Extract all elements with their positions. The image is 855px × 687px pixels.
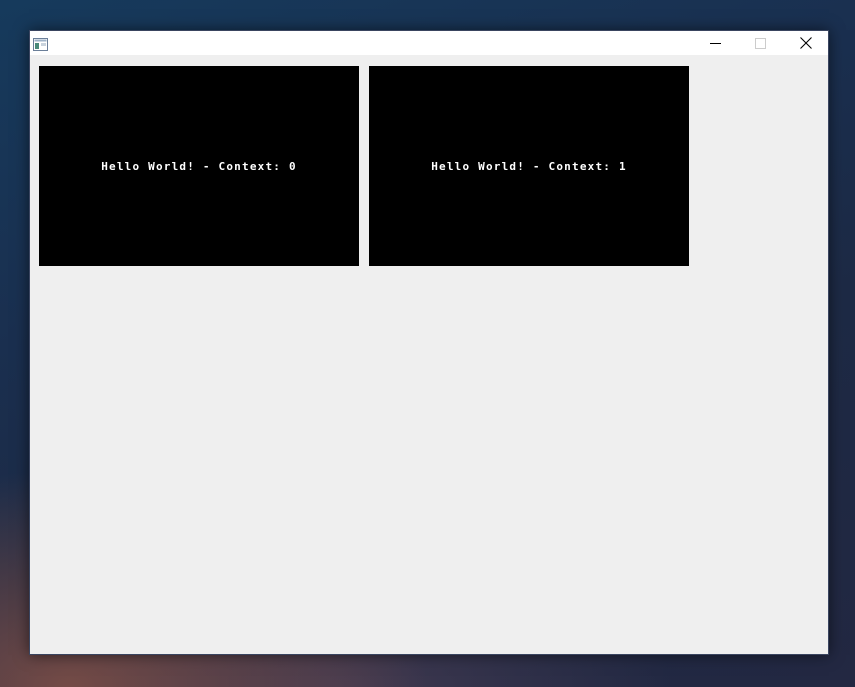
client-area: Hello World! - Context: 0 Hello World! -… xyxy=(30,55,828,654)
app-window-icon xyxy=(33,36,48,51)
close-icon xyxy=(799,34,812,53)
render-context-0[interactable]: Hello World! - Context: 0 xyxy=(39,66,359,266)
minimize-icon xyxy=(710,34,721,53)
title-bar[interactable] xyxy=(30,31,828,55)
application-window: Hello World! - Context: 0 Hello World! -… xyxy=(29,30,829,655)
context-1-label: Hello World! - Context: 1 xyxy=(431,159,627,173)
context-0-label: Hello World! - Context: 0 xyxy=(101,159,297,173)
maximize-button[interactable] xyxy=(738,31,783,55)
render-context-1[interactable]: Hello World! - Context: 1 xyxy=(369,66,689,266)
minimize-button[interactable] xyxy=(693,31,738,55)
maximize-icon xyxy=(755,34,766,53)
close-button[interactable] xyxy=(783,31,828,55)
